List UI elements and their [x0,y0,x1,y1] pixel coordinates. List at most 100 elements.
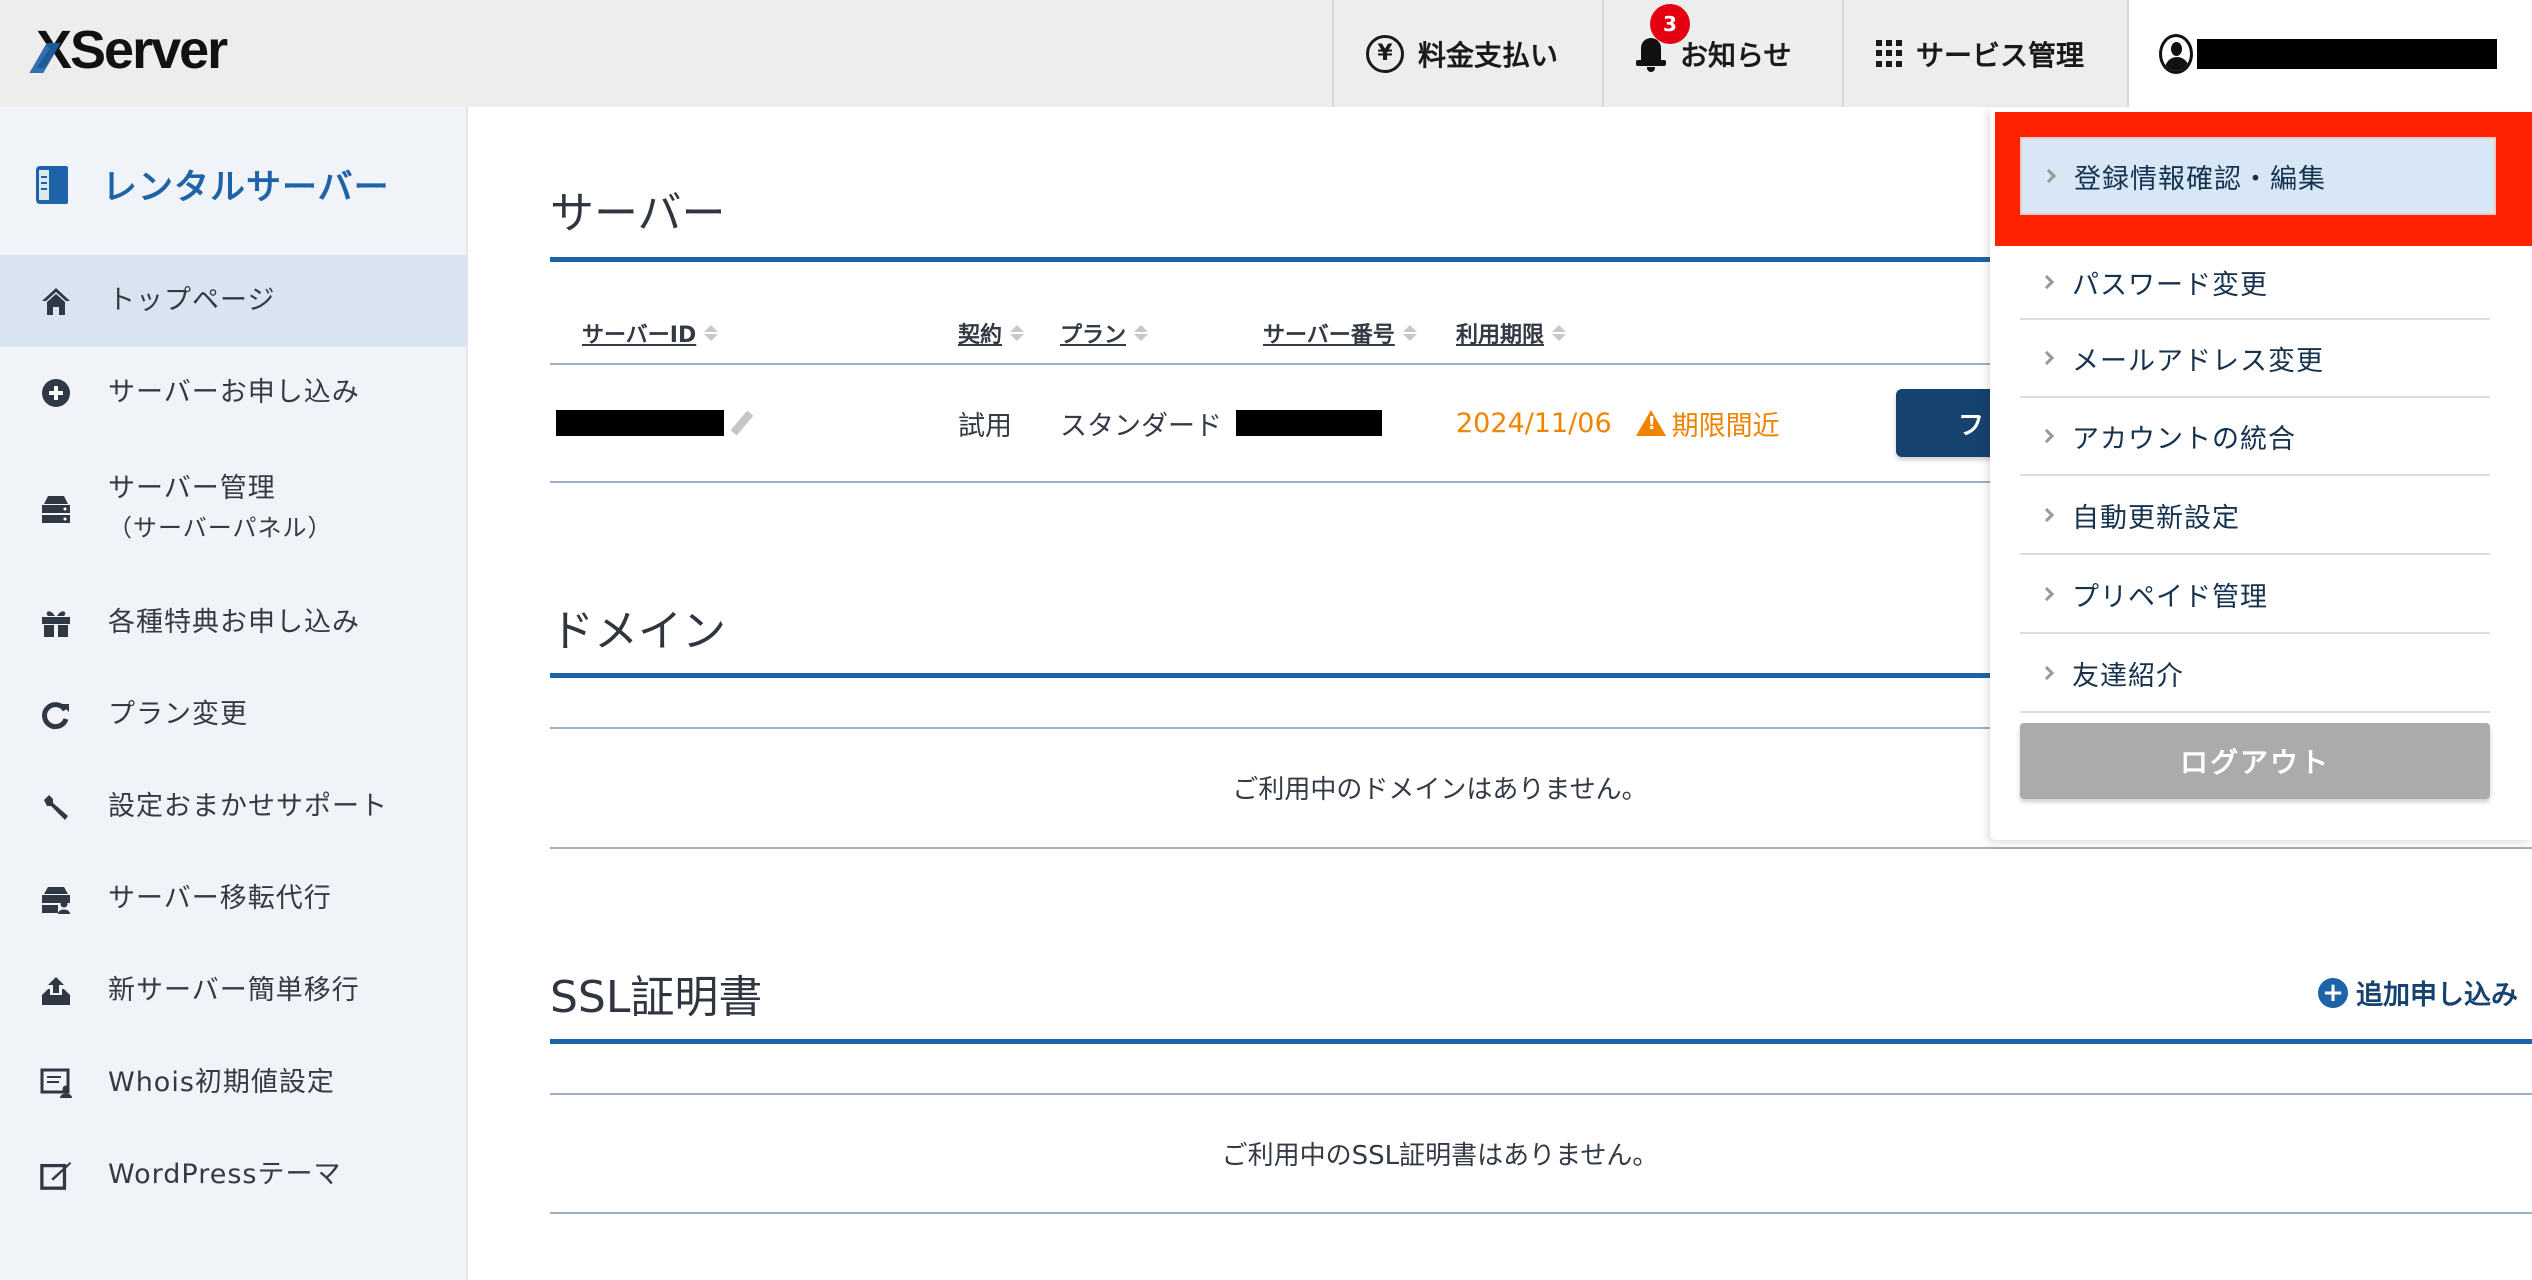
server-user-icon [40,883,72,915]
notifications-label: お知らせ [1680,38,1792,72]
logout-button[interactable]: ログアウト [2020,723,2490,799]
server-icon [40,492,72,524]
sidebar-item-server-migration-service[interactable]: サーバー移転代行 [0,853,466,945]
column-plan[interactable]: プラン [1060,317,1149,349]
payment-link[interactable]: ¥ 料金支払い [1332,0,1602,107]
user-name-redacted [2197,38,2497,69]
header-nav: ¥ 料金支払い 3 お知らせ サービス管理 [1332,0,2532,107]
notifications-link[interactable]: 3 お知らせ [1602,0,1842,107]
section-divider [550,1039,2532,1044]
column-label: サーバーID [582,323,697,348]
ssl-add-button[interactable]: + 追加申し込み [2318,973,2518,1012]
column-label: 利用期限 [1456,323,1545,348]
column-server-id[interactable]: サーバーID [582,317,719,349]
menu-item-label: アカウントの統合 [2072,423,2296,455]
payment-label: 料金支払い [1418,38,1559,72]
expiry-date: 2024/11/06 [1456,407,1612,439]
sidebar-item-label: WordPressテーマ [108,1159,342,1191]
sidebar-item-special-offers[interactable]: 各種特典お申し込み [0,577,466,669]
column-contract[interactable]: 契約 [958,317,1025,349]
cell-plan: スタンダード [1060,410,1222,442]
refresh-icon [40,699,72,731]
menu-item-auto-renewal[interactable]: 自動更新設定 [2020,477,2490,555]
column-label: 契約 [958,323,1003,348]
menu-item-password-change[interactable]: パスワード変更 [2020,246,2490,320]
chevron-right-icon [2039,507,2055,523]
theme-edit-icon [40,1159,72,1191]
sidebar-item-label: サーバーお申し込み [108,377,360,409]
account-dropdown-menu: 登録情報確認・編集 パスワード変更 メールアドレス変更 アカウントの統合 自動更… [1990,108,2532,840]
warning-label: 期限間近 [1671,410,1780,442]
chevron-right-icon [2039,665,2055,681]
sidebar-item-label: 各種特典お申し込み [108,607,360,639]
expiry-warning: 期限間近 [1635,404,1780,443]
rental-server-icon [36,165,68,204]
sidebar-item-wordpress-theme[interactable]: WordPressテーマ [0,1129,466,1221]
gift-icon [40,607,72,639]
domain-section-title: ドメイン [550,606,726,657]
menu-item-account-info[interactable]: 登録情報確認・編集 [2020,137,2496,215]
sidebar-brand-label: レンタルサーバー [102,168,390,208]
sidebar-brand[interactable]: レンタルサーバー [36,159,390,210]
edit-pencil-icon[interactable] [730,410,754,436]
sidebar-item-top-page[interactable]: トップページ [0,255,466,347]
sidebar-item-label: 新サーバー簡単移行 [108,975,360,1007]
ssl-empty-message: ご利用中のSSL証明書はありません。 [1221,1140,1659,1171]
column-server-number[interactable]: サーバー番号 [1263,317,1417,349]
server-id-redacted [556,410,724,436]
sidebar-item-label: サーバー管理 （サーバーパネル） [108,468,333,547]
sidebar-item-label: 設定おまかせサポート [108,791,388,823]
whois-icon [40,1067,72,1099]
sidebar: レンタルサーバー トップページ サーバーお申し込み サーバー管理 （サーバーパネ… [0,107,468,1280]
chevron-right-icon [2039,428,2055,444]
chevron-right-icon [2039,586,2055,602]
sidebar-item-label: サーバー移転代行 [108,883,332,915]
chevron-right-icon [2041,168,2057,184]
ssl-section-title: SSL証明書 [550,972,763,1023]
menu-item-email-change[interactable]: メールアドレス変更 [2020,320,2490,398]
menu-item-label: 友達紹介 [2072,660,2184,692]
cell-server-id [556,365,754,481]
menu-item-label: 登録情報確認・編集 [2074,163,2326,195]
sidebar-item-label: プラン変更 [108,699,248,731]
sidebar-item-plan-change[interactable]: プラン変更 [0,669,466,761]
account-menu-toggle[interactable] [2127,0,2532,107]
sort-icon [1010,325,1025,341]
sidebar-item-label: Whois初期値設定 [108,1067,335,1099]
chevron-right-icon [2039,274,2055,290]
menu-item-prepaid[interactable]: プリペイド管理 [2020,556,2490,634]
ssl-add-label: 追加申し込み [2356,980,2518,1011]
sidebar-item-sub-label: （サーバーパネル） [108,514,333,543]
sort-icon [1552,325,1567,341]
sidebar-item-server-signup[interactable]: サーバーお申し込み [0,347,466,439]
sort-icon [704,325,719,341]
sort-icon [1134,325,1149,341]
sidebar-nav: トップページ サーバーお申し込み サーバー管理 （サーバーパネル） 各種特典お申… [0,255,466,1221]
menu-item-label: メールアドレス変更 [2072,345,2324,377]
menu-item-label: プリペイド管理 [2072,581,2268,613]
top-header: XServer ¥ 料金支払い 3 お知らせ サービス管理 [0,0,2532,107]
sidebar-item-easy-migration[interactable]: 新サーバー簡単移行 [0,945,466,1037]
cell-expiry: 2024/11/06 期限間近 [1456,365,1780,481]
sidebar-item-server-management[interactable]: サーバー管理 （サーバーパネル） [0,439,466,577]
sidebar-item-label: トップページ [108,285,276,317]
menu-item-referral[interactable]: 友達紹介 [2020,635,2490,713]
menu-item-label: 自動更新設定 [2072,502,2240,534]
column-label: サーバー番号 [1263,323,1395,348]
wrench-icon [40,791,72,823]
xserver-logo[interactable]: XServer [36,20,228,80]
user-icon [2159,33,2193,74]
upload-icon [40,975,72,1007]
menu-item-account-merge[interactable]: アカウントの統合 [2020,398,2490,476]
plus-circle-icon [40,377,72,409]
sort-icon [1402,325,1417,341]
cell-server-number [1236,365,1382,481]
sidebar-item-main-label: サーバー管理 [108,473,276,505]
service-management-link[interactable]: サービス管理 [1842,0,2127,107]
column-label: プラン [1060,323,1127,348]
sidebar-item-setup-support[interactable]: 設定おまかせサポート [0,761,466,853]
sidebar-item-whois-settings[interactable]: Whois初期値設定 [0,1037,466,1129]
home-icon [40,285,72,317]
column-expiry[interactable]: 利用期限 [1456,317,1567,349]
service-management-label: サービス管理 [1916,38,2085,72]
